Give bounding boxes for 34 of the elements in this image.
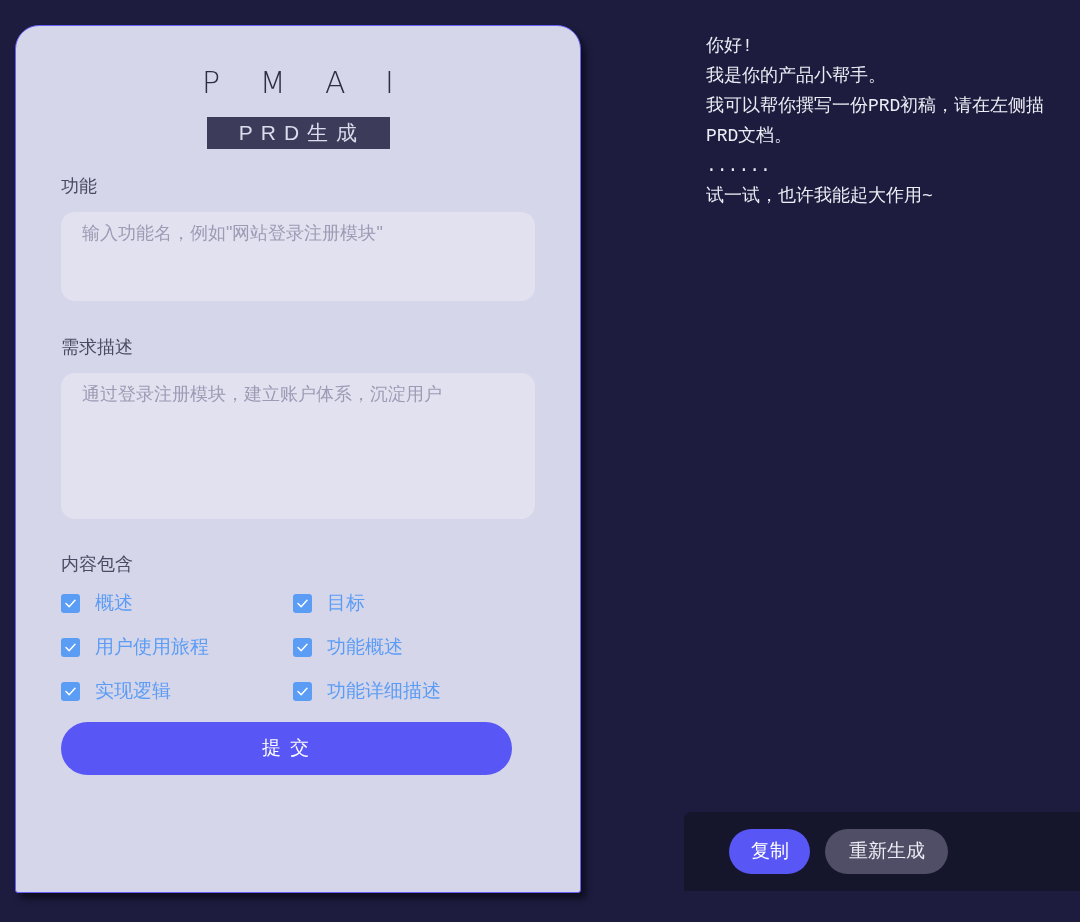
checkbox-label[interactable]: 实现逻辑 bbox=[95, 679, 171, 703]
logo: P M A I bbox=[202, 66, 394, 100]
copy-button[interactable]: 复制 bbox=[729, 829, 810, 874]
field-label: 功能 bbox=[61, 175, 97, 198]
section-label: 内容包含 bbox=[61, 553, 133, 576]
checkbox[interactable] bbox=[293, 593, 312, 613]
message-text: PRD文档。 bbox=[706, 125, 793, 148]
checkbox-label[interactable]: 功能概述 bbox=[327, 635, 403, 659]
checkmark-icon bbox=[65, 598, 76, 608]
message-text: 试一试，也许我能起大作用~ bbox=[706, 185, 933, 208]
checkmark-icon bbox=[65, 642, 76, 652]
checkmark-icon bbox=[297, 642, 308, 652]
checkbox-label[interactable]: 目标 bbox=[327, 591, 365, 615]
message-text: 我可以帮你撰写一份PRD初稿，请在左侧描 bbox=[706, 95, 1045, 118]
checkmark-icon bbox=[297, 598, 308, 608]
checkmark-icon bbox=[297, 686, 308, 696]
field-label: 需求描述 bbox=[61, 336, 133, 359]
title-banner: PRD生成 bbox=[206, 117, 390, 149]
checkbox[interactable] bbox=[293, 681, 312, 701]
checkbox[interactable] bbox=[293, 637, 312, 657]
input-field[interactable]: 输入功能名，例如"网站登录注册模块" bbox=[61, 212, 535, 301]
checkbox-label[interactable]: 用户使用旅程 bbox=[95, 635, 209, 659]
message-text: 我是你的产品小帮手。 bbox=[706, 65, 886, 88]
checkbox[interactable] bbox=[61, 637, 80, 657]
message-text: ...... bbox=[706, 155, 771, 178]
checkbox-label[interactable]: 功能详细描述 bbox=[327, 679, 441, 703]
submit-button[interactable]: 提 交 bbox=[61, 722, 512, 775]
message-text: 你好! bbox=[706, 35, 753, 58]
description-field[interactable]: 通过登录注册模块，建立账户体系，沉淀用户 bbox=[61, 373, 535, 519]
checkbox[interactable] bbox=[61, 593, 80, 613]
checkmark-icon bbox=[65, 686, 76, 696]
checkbox-label[interactable]: 概述 bbox=[95, 591, 133, 615]
regenerate-button[interactable]: 重新生成 bbox=[825, 829, 948, 874]
checkbox[interactable] bbox=[61, 681, 80, 701]
